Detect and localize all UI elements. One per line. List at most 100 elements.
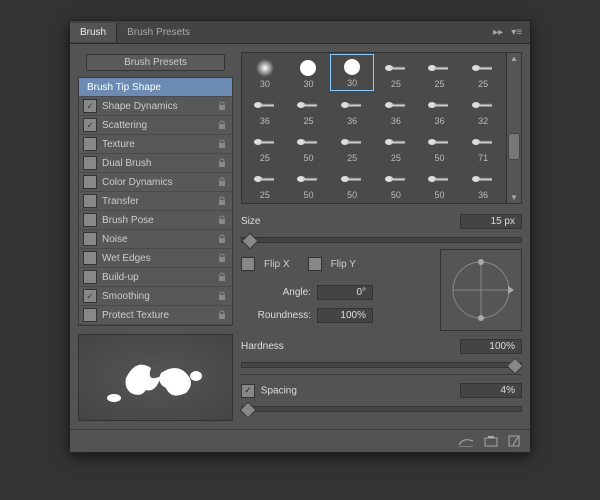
option-brush-tip-shape[interactable]: Brush Tip Shape [79,78,232,97]
checkbox-icon[interactable] [83,308,97,322]
brush-tip-icon [338,94,366,116]
brush-thumb[interactable]: 36 [330,91,374,128]
brush-thumb[interactable]: 50 [287,165,331,202]
thumb-size: 50 [434,153,444,163]
checkbox-icon[interactable] [83,270,97,284]
hardness-input[interactable]: 100% [460,339,522,354]
option-label: Shape Dynamics [102,101,218,112]
brush-thumb[interactable]: 36 [374,91,418,128]
lock-icon[interactable] [218,196,226,206]
lock-icon[interactable] [218,272,226,282]
menu-icon[interactable]: ▾≡ [511,27,522,38]
lock-icon[interactable] [218,291,226,301]
option-build-up[interactable]: Build-up [79,268,232,287]
angle-input[interactable]: 0° [317,285,373,300]
footer [70,429,530,452]
brush-thumb[interactable]: 30 [330,54,374,91]
hardness-slider[interactable] [241,362,522,368]
option-wet-edges[interactable]: Wet Edges [79,249,232,268]
checkbox-icon[interactable]: ✓ [83,118,97,132]
brush-tip-icon [251,168,279,190]
checkbox-icon[interactable] [83,194,97,208]
brush-thumb[interactable]: 50 [374,165,418,202]
brush-tip-icon [425,94,453,116]
scroll-down-icon[interactable]: ▼ [507,193,521,202]
brush-thumb[interactable]: 36 [418,91,462,128]
option-texture[interactable]: Texture [79,135,232,154]
checkbox-icon[interactable] [83,175,97,189]
option-label: Texture [102,139,218,150]
size-input[interactable]: 15 px [460,214,522,229]
thumb-size: 25 [303,116,313,126]
brush-thumb[interactable]: 25 [287,91,331,128]
thumb-size: 25 [347,153,357,163]
tab-brush-presets[interactable]: Brush Presets [117,23,200,42]
brush-thumb[interactable]: 25 [461,54,505,91]
option-transfer[interactable]: Transfer [79,192,232,211]
lock-icon[interactable] [218,215,226,225]
angle-dial[interactable] [440,249,522,331]
option-dual-brush[interactable]: Dual Brush [79,154,232,173]
brush-thumb[interactable]: 50 [418,128,462,165]
brush-thumb[interactable]: 50 [418,165,462,202]
checkbox-icon[interactable]: ✓ [83,99,97,113]
thumb-size: 25 [260,190,270,200]
brush-thumb[interactable]: 30 [243,54,287,91]
lock-icon[interactable] [218,158,226,168]
option-label: Build-up [102,272,218,283]
option-label: Dual Brush [102,158,218,169]
tab-brush[interactable]: Brush [70,23,117,42]
roundness-input[interactable]: 100% [317,308,373,323]
brush-thumb[interactable]: 30 [287,54,331,91]
scrollbar[interactable]: ▲ ▼ [506,53,521,203]
brush-thumb[interactable]: 50 [287,128,331,165]
brush-thumb[interactable]: 25 [330,128,374,165]
checkbox-icon[interactable] [83,213,97,227]
brush-tip-icon [294,131,322,153]
brush-thumb[interactable]: 50 [330,165,374,202]
brush-thumb[interactable]: 25 [374,54,418,91]
brush-thumb[interactable]: 71 [461,128,505,165]
lock-icon[interactable] [218,234,226,244]
scroll-thumb[interactable] [508,133,520,160]
thumb-size: 50 [347,190,357,200]
option-color-dynamics[interactable]: Color Dynamics [79,173,232,192]
brush-thumb[interactable]: 36 [461,165,505,202]
create-brush-icon[interactable] [508,435,520,447]
brush-thumb[interactable]: 25 [418,54,462,91]
checkbox-icon[interactable] [83,156,97,170]
brush-thumb[interactable]: 32 [461,91,505,128]
brush-thumb[interactable]: 36 [243,91,287,128]
option-scattering[interactable]: ✓Scattering [79,116,232,135]
lock-icon[interactable] [218,101,226,111]
option-brush-pose[interactable]: Brush Pose [79,211,232,230]
lock-icon[interactable] [218,120,226,130]
spacing-checkbox[interactable]: ✓ [241,384,255,398]
checkbox-icon[interactable] [83,137,97,151]
option-label: Wet Edges [102,253,218,264]
lock-icon[interactable] [218,310,226,320]
scroll-up-icon[interactable]: ▲ [507,54,521,63]
size-slider[interactable] [241,237,522,243]
brush-thumb[interactable]: 25 [243,165,287,202]
brush-thumb[interactable]: 25 [243,128,287,165]
lock-icon[interactable] [218,139,226,149]
spacing-input[interactable]: 4% [460,383,522,398]
spacing-slider[interactable] [241,406,522,412]
option-protect-texture[interactable]: Protect Texture [79,306,232,325]
option-smoothing[interactable]: ✓Smoothing [79,287,232,306]
lock-icon[interactable] [218,253,226,263]
flipx-checkbox[interactable] [241,257,255,271]
flipy-checkbox[interactable] [308,257,322,271]
lock-icon[interactable] [218,177,226,187]
option-shape-dynamics[interactable]: ✓ Shape Dynamics [79,97,232,116]
new-brush-icon[interactable] [484,435,498,447]
checkbox-icon[interactable] [83,251,97,265]
brush-thumb[interactable]: 25 [374,128,418,165]
toggle-preview-icon[interactable] [458,435,474,447]
checkbox-icon[interactable]: ✓ [83,289,97,303]
checkbox-icon[interactable] [83,232,97,246]
brush-presets-button[interactable]: Brush Presets [86,54,225,71]
option-noise[interactable]: Noise [79,230,232,249]
collapse-icon[interactable]: ▸▸ [493,27,503,38]
